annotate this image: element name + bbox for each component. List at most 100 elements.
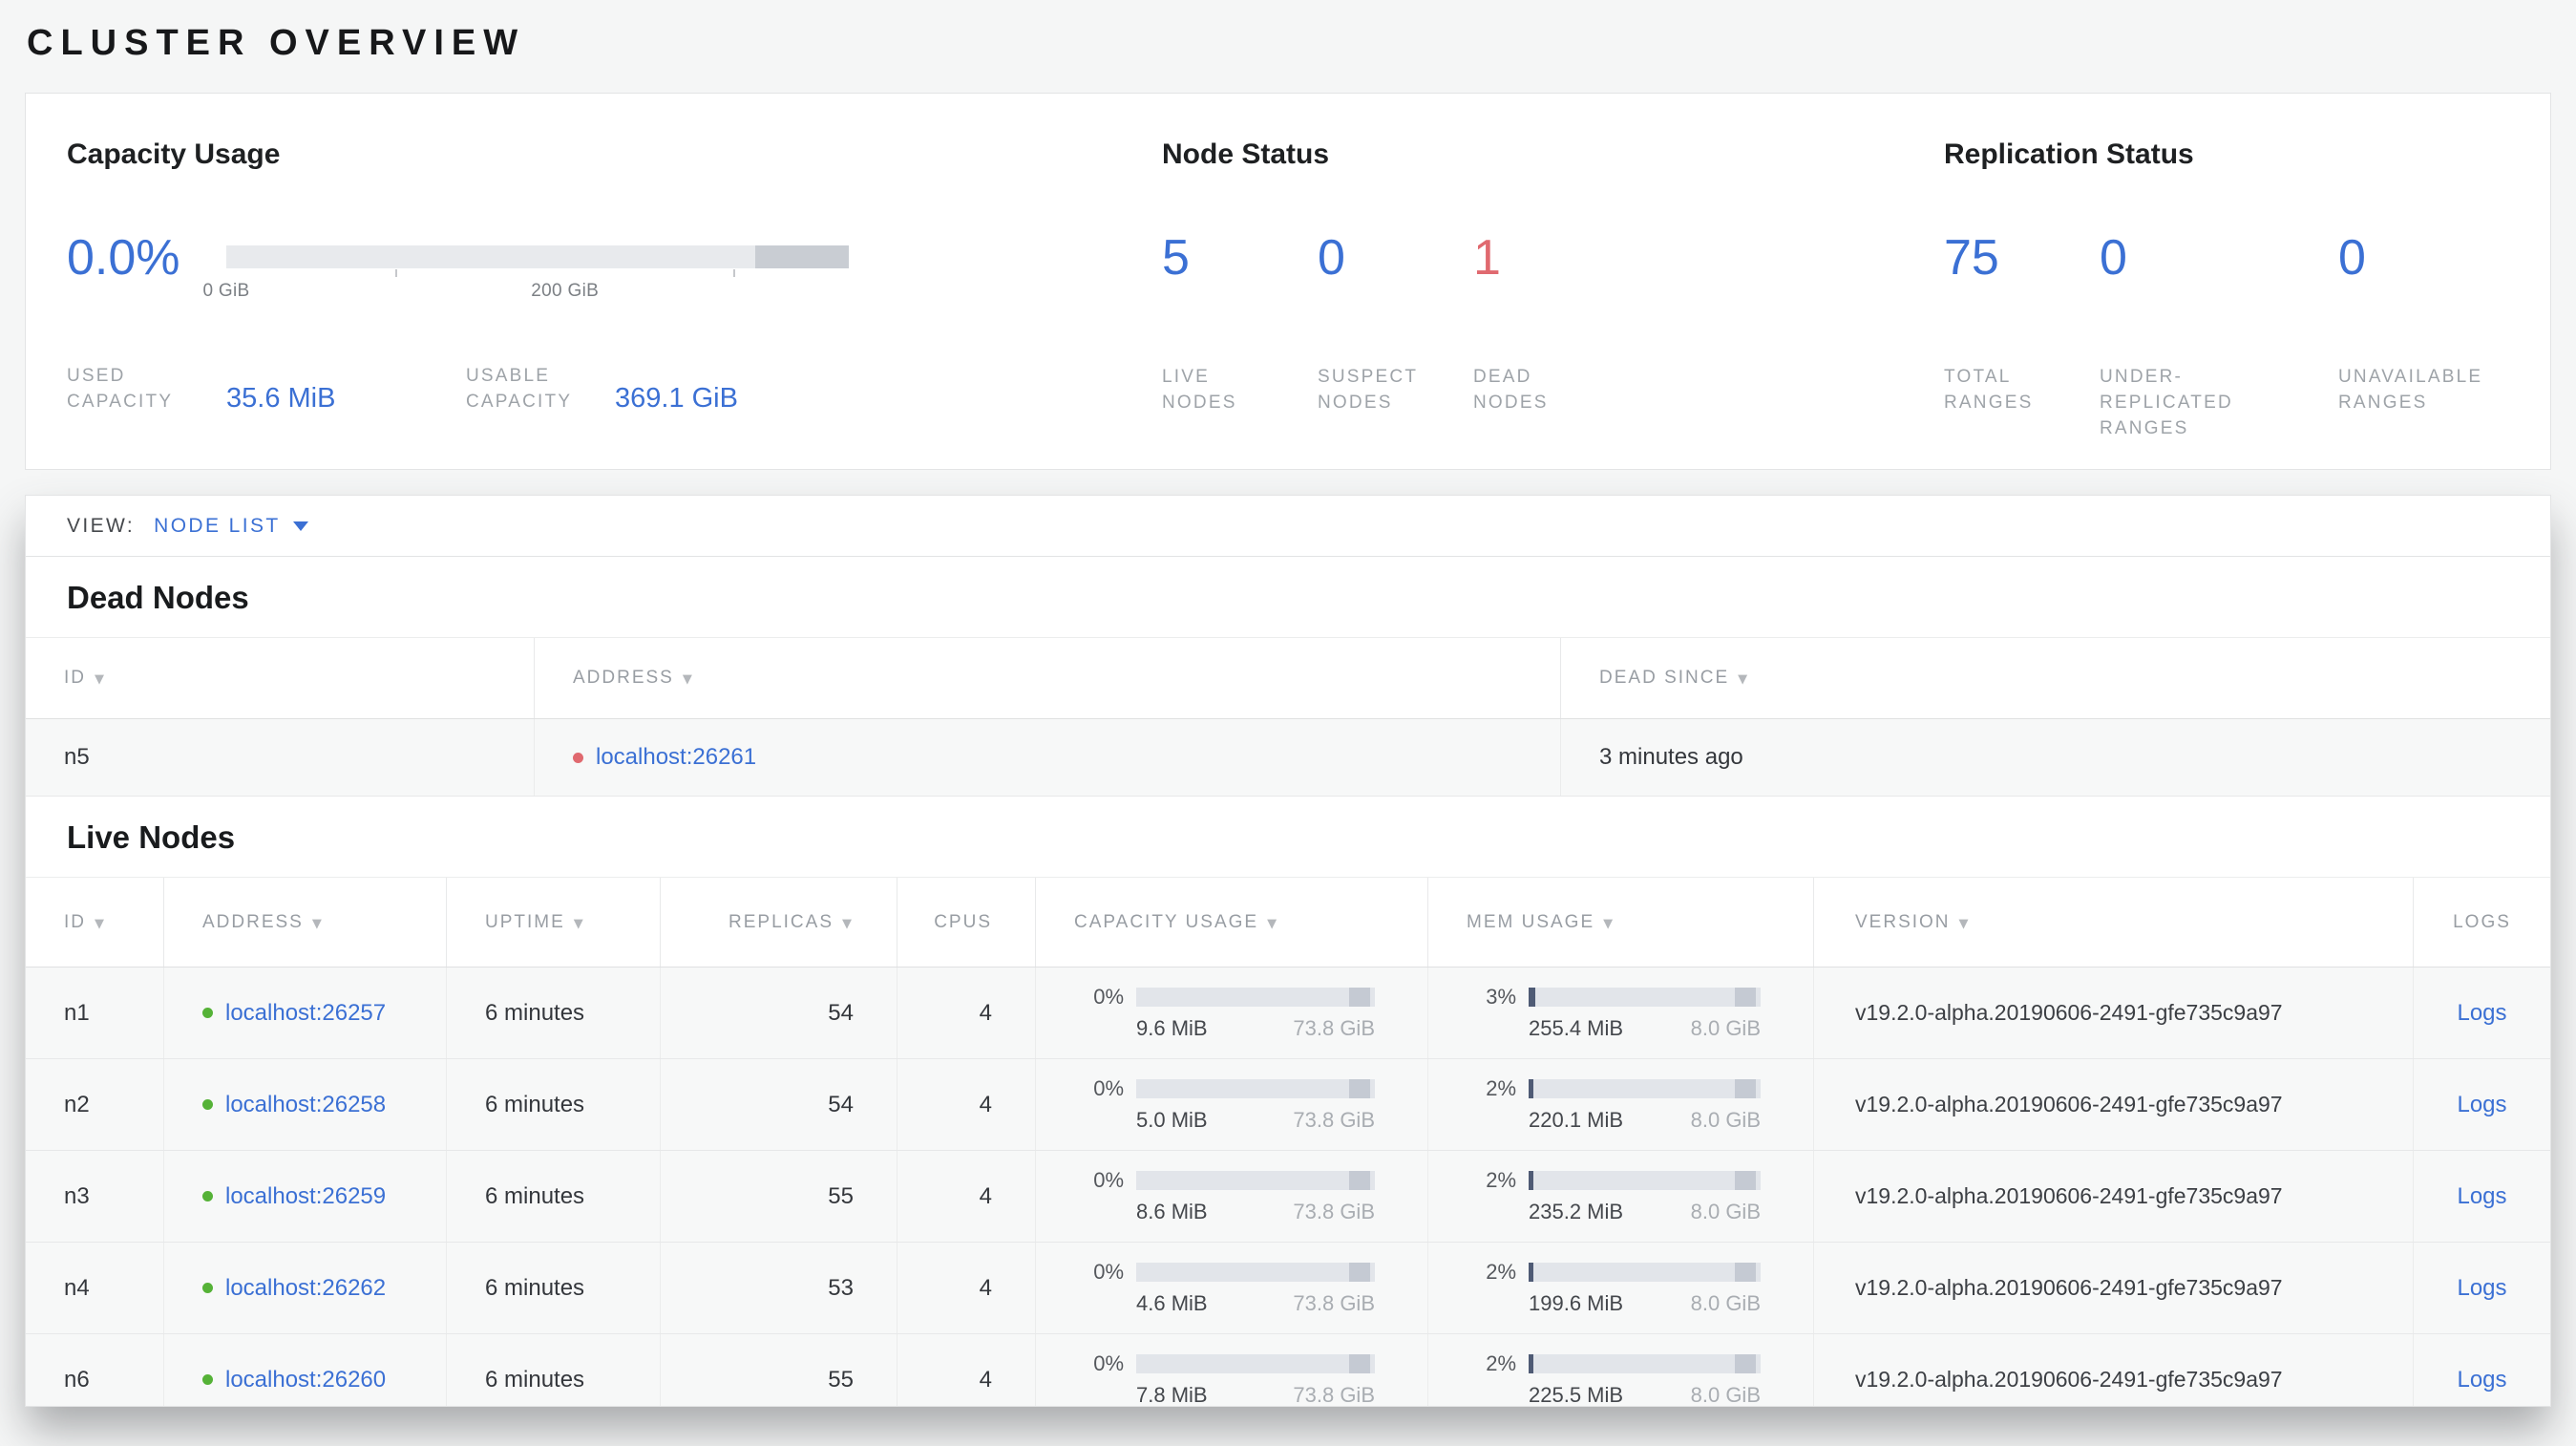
node-status-title: Node Status <box>1162 138 1330 170</box>
dead-status-icon <box>573 752 583 763</box>
capacity-percent: 0% <box>1093 1260 1124 1284</box>
live-nodes-label: LIVE NODES <box>1162 367 1237 413</box>
capacity-usage-cell: 0% 7.8 MiB 73.8 GiB <box>1036 1334 1428 1407</box>
capacity-used: 5.0 MiB <box>1136 1108 1208 1132</box>
column-header-address[interactable]: ADDRESS <box>164 878 447 967</box>
capacity-mini-bar <box>1136 1263 1375 1282</box>
mem-mini-bar <box>1529 1171 1761 1190</box>
node-address-cell: localhost:26258 <box>164 1059 447 1150</box>
column-header-id[interactable]: ID <box>26 878 164 967</box>
live-status-icon <box>202 1283 213 1293</box>
node-uptime: 6 minutes <box>447 1243 661 1333</box>
cluster-summary-card: Capacity Usage 0.0% 0 GiB 200 GiB USED C… <box>25 93 2551 470</box>
capacity-total: 73.8 GiB <box>1293 1200 1375 1223</box>
mem-usage-cell: 3% 255.4 MiB 8.0 GiB <box>1428 968 1814 1058</box>
logs-cell: Logs <box>2414 1151 2550 1242</box>
dead-nodes-count: 1 <box>1473 230 1501 286</box>
node-address-link[interactable]: localhost:26258 <box>225 1092 386 1118</box>
logs-link[interactable]: Logs <box>2457 1092 2506 1118</box>
sort-arrow-icon <box>574 912 585 933</box>
column-header-address[interactable]: ADDRESS <box>535 638 1561 718</box>
mem-percent: 2% <box>1486 1076 1516 1100</box>
node-id: n4 <box>26 1243 164 1333</box>
node-address-link[interactable]: localhost:26261 <box>596 744 756 771</box>
dead-nodes-label: DEAD NODES <box>1473 367 1549 413</box>
node-address-link[interactable]: localhost:26262 <box>225 1275 386 1302</box>
mem-mini-bar <box>1529 1079 1761 1098</box>
suspect-nodes-stat: 0 SUSPECT NODES <box>1318 233 1473 416</box>
capacity-total: 73.8 GiB <box>1293 1383 1375 1407</box>
mem-percent: 3% <box>1486 985 1516 1009</box>
column-header-uptime[interactable]: UPTIME <box>447 878 661 967</box>
node-address-link[interactable]: localhost:26259 <box>225 1183 386 1210</box>
mem-total: 8.0 GiB <box>1690 1200 1761 1223</box>
capacity-axis: 0 GiB 200 GiB <box>202 279 849 304</box>
node-cpus: 4 <box>897 1059 1036 1150</box>
mem-total: 8.0 GiB <box>1690 1016 1761 1040</box>
column-header-id[interactable]: ID <box>26 638 535 718</box>
capacity-used: 7.8 MiB <box>1136 1383 1208 1407</box>
column-header-cpus[interactable]: CPUS <box>897 878 1036 967</box>
node-replicas: 55 <box>661 1334 897 1406</box>
node-uptime: 6 minutes <box>447 968 661 1058</box>
live-nodes-header-row: ID ADDRESS UPTIME REPLICAS CPUS CAPACITY… <box>26 877 2550 968</box>
node-address-cell: localhost:26257 <box>164 968 447 1058</box>
dead-nodes-header-row: ID ADDRESS DEAD SINCE <box>26 637 2550 719</box>
view-selected-value: NODE LIST <box>154 514 281 537</box>
mem-mini-bar <box>1529 988 1761 1007</box>
node-address-cell: localhost:26261 <box>535 719 1561 796</box>
capacity-total: 73.8 GiB <box>1293 1291 1375 1315</box>
total-ranges-stat: 75 TOTAL RANGES <box>1944 233 2100 442</box>
node-address-cell: localhost:26259 <box>164 1151 447 1242</box>
capacity-used: 9.6 MiB <box>1136 1016 1208 1040</box>
node-address-cell: localhost:26262 <box>164 1243 447 1333</box>
column-header-replicas[interactable]: REPLICAS <box>661 878 897 967</box>
node-version: v19.2.0-alpha.20190606-2491-gfe735c9a97 <box>1814 968 2414 1058</box>
node-version: v19.2.0-alpha.20190606-2491-gfe735c9a97 <box>1814 1151 2414 1242</box>
live-node-row: n6 localhost:26260 6 minutes 55 4 0% 7.8… <box>26 1334 2550 1407</box>
axis-label-mid: 200 GiB <box>531 281 600 301</box>
node-replicas: 54 <box>661 1059 897 1150</box>
under-replicated-stat: 0 UNDER-REPLICATED RANGES <box>2100 233 2338 442</box>
capacity-percent: 0% <box>1093 1351 1124 1375</box>
replication-status-title: Replication Status <box>1944 138 2194 170</box>
under-replicated-label: UNDER-REPLICATED RANGES <box>2100 367 2233 438</box>
unavailable-ranges-count: 0 <box>2338 230 2366 286</box>
node-address-link[interactable]: localhost:26257 <box>225 1000 386 1027</box>
capacity-used: 8.6 MiB <box>1136 1200 1208 1223</box>
view-label: VIEW: <box>67 514 136 537</box>
live-node-row: n2 localhost:26258 6 minutes 54 4 0% 5.0… <box>26 1059 2550 1151</box>
node-address-link[interactable]: localhost:26260 <box>225 1367 386 1393</box>
sort-arrow-icon <box>842 912 854 933</box>
node-id: n2 <box>26 1059 164 1150</box>
column-header-dead-since[interactable]: DEAD SINCE <box>1561 638 2550 718</box>
logs-cell: Logs <box>2414 1243 2550 1333</box>
capacity-usage-title: Capacity Usage <box>67 138 281 170</box>
usable-capacity-label: USABLE CAPACITY <box>466 366 573 412</box>
view-bar: VIEW: NODE LIST <box>26 496 2550 557</box>
view-selector-dropdown[interactable]: NODE LIST <box>154 514 308 538</box>
mem-used: 220.1 MiB <box>1529 1108 1624 1132</box>
logs-link[interactable]: Logs <box>2457 1275 2506 1302</box>
mem-usage-cell: 2% 220.1 MiB 8.0 GiB <box>1428 1059 1814 1150</box>
logs-link[interactable]: Logs <box>2457 1000 2506 1027</box>
unavailable-ranges-label: UNAVAILABLE RANGES <box>2338 367 2483 413</box>
column-header-mem-usage[interactable]: MEM USAGE <box>1428 878 1814 967</box>
mem-total: 8.0 GiB <box>1690 1383 1761 1407</box>
live-status-icon <box>202 1191 213 1201</box>
column-header-version[interactable]: VERSION <box>1814 878 2414 967</box>
chevron-down-icon <box>292 521 308 531</box>
node-cpus: 4 <box>897 968 1036 1058</box>
capacity-bar-marker <box>755 245 849 268</box>
used-capacity-value: 35.6 MiB <box>226 382 336 414</box>
mem-used: 255.4 MiB <box>1529 1016 1624 1040</box>
capacity-usage-cell: 0% 9.6 MiB 73.8 GiB <box>1036 968 1428 1058</box>
logs-link[interactable]: Logs <box>2457 1367 2506 1393</box>
node-id: n1 <box>26 968 164 1058</box>
capacity-usage-cell: 0% 8.6 MiB 73.8 GiB <box>1036 1151 1428 1242</box>
logs-link[interactable]: Logs <box>2457 1183 2506 1210</box>
node-id: n5 <box>26 719 535 796</box>
column-header-capacity-usage[interactable]: CAPACITY USAGE <box>1036 878 1428 967</box>
capacity-used: 4.6 MiB <box>1136 1291 1208 1315</box>
sort-arrow-icon <box>1959 912 1971 933</box>
